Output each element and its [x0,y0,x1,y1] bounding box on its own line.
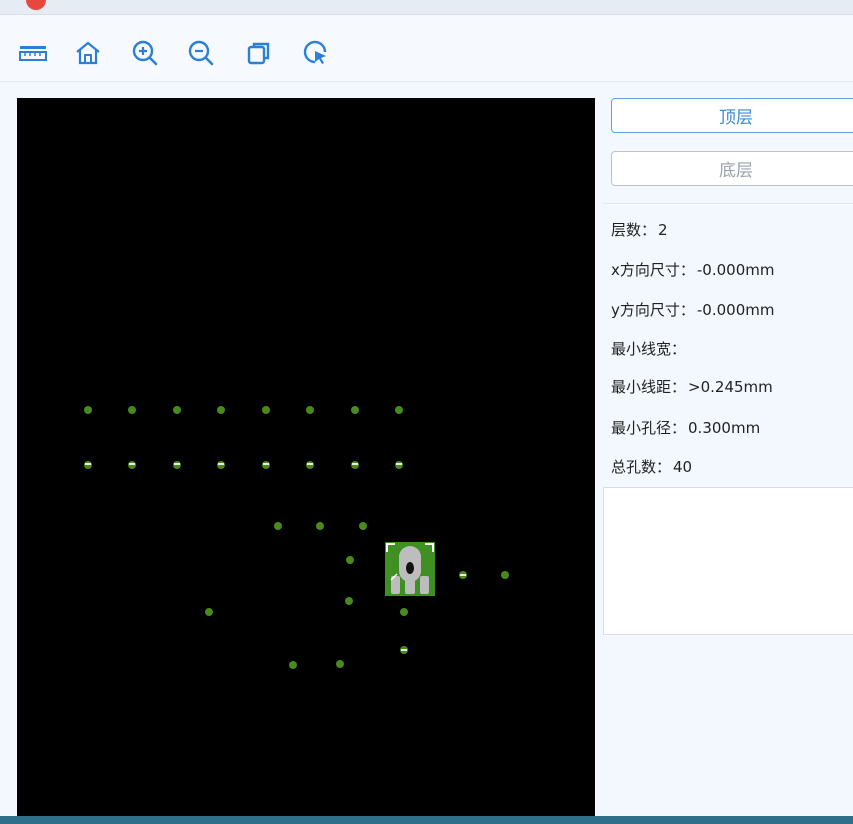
pcb-pad [351,406,359,414]
pcb-pad [359,522,367,530]
pcb-pad [205,608,213,616]
pcb-canvas[interactable] [17,98,595,816]
bottom-layer-button[interactable]: 底层 [611,151,853,186]
pcb-pad-mark [396,463,402,465]
pcb-pad-mark [460,574,466,576]
pcb-pad [345,597,353,605]
total-holes-label: 总孔数： [611,458,672,476]
pcb-pad [501,571,509,579]
status-bar [0,816,853,824]
title-bar [0,0,853,15]
min-trace-width-label: 最小线宽： [611,340,687,358]
pcb-pad [395,406,403,414]
layer-count-label: 层数： [611,221,657,239]
pcb-pad-mark [307,463,313,465]
pcb-pad-mark [401,649,407,651]
ruler-icon[interactable] [17,37,49,69]
pcb-pad [306,406,314,414]
pcb-pad [346,556,354,564]
top-layer-button[interactable]: 顶层 [611,98,853,133]
close-icon[interactable] [26,0,46,10]
pcb-pad [289,661,297,669]
x-size-label: x方向尺寸： [611,261,695,279]
divider [603,203,853,204]
pcb-pad [274,522,282,530]
pcb-pad [217,406,225,414]
min-trace-width-row: 最小线宽： [611,338,688,359]
y-size-value: -0.000mm [696,301,775,319]
pcb-drawing [84,406,509,669]
pcb-pad-mark [174,463,180,465]
pcb-pad [336,660,344,668]
min-hole-row: 最小孔径： 0.300mm [611,417,760,438]
pcb-pad-mark [263,463,269,465]
min-trace-spacing-row: 最小线距： >0.245mm [611,376,773,397]
select-pointer-icon[interactable] [300,37,332,69]
min-hole-value: 0.300mm [688,419,761,437]
pcb-pad [316,522,324,530]
total-holes-row: 总孔数： 40 [611,456,692,477]
component-lead [405,578,415,594]
pcb-pad [262,406,270,414]
total-holes-value: 40 [673,458,693,476]
x-size-row: x方向尺寸： -0.000mm [611,259,774,280]
y-size-label: y方向尺寸： [611,301,695,319]
home-icon[interactable] [72,37,104,69]
component-lead [420,576,429,594]
min-trace-spacing-label: 最小线距： [611,378,687,396]
min-hole-label: 最小孔径： [611,419,687,437]
pcb-pad-mark [129,463,135,465]
details-panel [603,487,853,635]
min-trace-spacing-value: >0.245mm [688,378,773,396]
pcb-pad-mark [85,463,91,465]
pcb-pad-mark [218,463,224,465]
pcb-pad [84,406,92,414]
toolbar [0,15,853,82]
pcb-pad [400,608,408,616]
zoom-in-icon[interactable] [129,37,161,69]
x-size-value: -0.000mm [696,261,775,279]
pcb-pad [128,406,136,414]
layer-count-value: 2 [658,221,668,239]
copy-icon[interactable] [243,37,275,69]
pcb-pad-mark [352,463,358,465]
component-hole [406,562,414,574]
pcb-pad [173,406,181,414]
layer-count-row: 层数： 2 [611,219,668,240]
y-size-row: y方向尺寸： -0.000mm [611,299,774,320]
zoom-out-icon[interactable] [185,37,217,69]
